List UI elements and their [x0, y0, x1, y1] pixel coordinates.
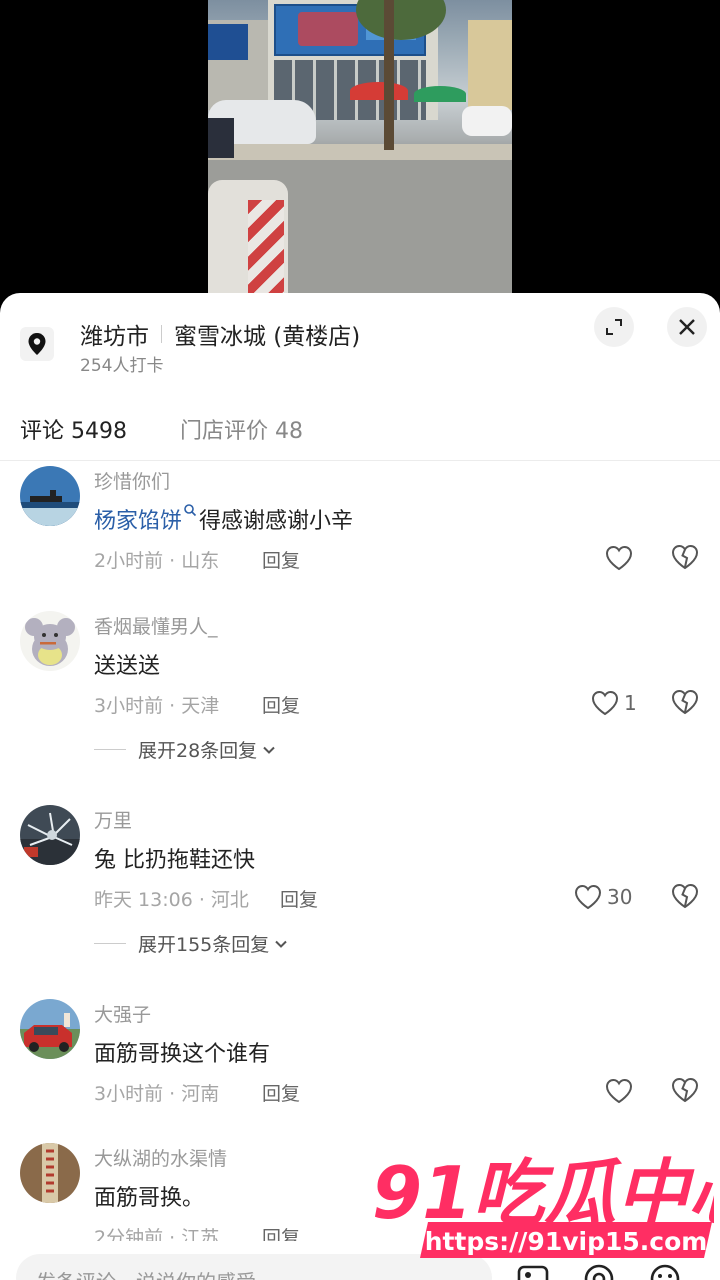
location-store: 蜜雪冰城 (黄楼店): [174, 324, 361, 350]
dislike-button[interactable]: [670, 542, 700, 572]
comment-text: 送送送: [94, 654, 161, 679]
heart-icon: [574, 884, 602, 910]
video-player[interactable]: [0, 0, 720, 300]
close-icon: [679, 319, 695, 335]
tree-trunk: [384, 0, 394, 150]
expand-button[interactable]: [594, 307, 634, 347]
reply-button[interactable]: 回复: [280, 885, 318, 912]
broken-heart-icon: [671, 883, 699, 909]
comment-item: 珍惜你们 杨家馅饼 得感谢感谢小辛 2小时前 · 山东 回复: [0, 461, 720, 591]
search-icon: [184, 504, 197, 517]
expand-replies-button[interactable]: 展开28条回复: [94, 736, 277, 763]
comment-meta: 3小时前 · 天津: [94, 695, 220, 717]
expand-icon: [606, 319, 622, 335]
like-button[interactable]: 1: [590, 686, 637, 720]
heart-icon: [605, 1078, 633, 1104]
building: [468, 20, 512, 110]
comment-list: 珍惜你们 杨家馅饼 得感谢感谢小辛 2小时前 · 山东 回复 香烟最懂男人_ 送…: [0, 461, 720, 1241]
comment-text: 面筋哥换这个谁有: [94, 1042, 271, 1067]
car: [462, 106, 512, 136]
chevron-down-icon: [263, 746, 275, 754]
comment-text: 杨家馅饼 得感谢感谢小辛: [94, 503, 353, 535]
tab-comments[interactable]: 评论 5498: [20, 413, 127, 445]
chevron-down-icon: [275, 940, 287, 948]
watermark-logo: 91吃瓜中心 https://91vip15.com: [371, 1150, 714, 1258]
like-count: 30: [607, 885, 633, 909]
comment-meta: 3小时前 · 河南: [94, 1083, 220, 1105]
comment-text: 兔 比扔拖鞋还快: [94, 848, 255, 873]
like-button[interactable]: [604, 541, 638, 575]
comment-username[interactable]: 大纵湖的水渠情: [94, 1144, 227, 1171]
broken-heart-icon: [671, 689, 699, 715]
comment-username[interactable]: 大强子: [94, 1000, 151, 1027]
comment-item: 大强子 面筋哥换这个谁有 3小时前 · 河南 回复: [0, 994, 720, 1134]
avatar[interactable]: [20, 466, 80, 526]
avatar[interactable]: [20, 805, 80, 865]
comment-item: 万里 兔 比扔拖鞋还快 昨天 13:06 · 河北 回复 30 展开155条回复: [0, 800, 720, 980]
tab-store-reviews[interactable]: 门店评价 48: [180, 413, 303, 445]
heart-icon: [591, 690, 619, 716]
drink-cup: [208, 180, 288, 300]
expand-replies-button[interactable]: 展开155条回复: [94, 930, 289, 957]
comment-item: 香烟最懂男人_ 送送送 3小时前 · 天津 回复 1 展开28条回复: [0, 606, 720, 786]
comment-username[interactable]: 珍惜你们: [94, 467, 170, 494]
reply-button[interactable]: 回复: [262, 546, 300, 573]
avatar[interactable]: [20, 999, 80, 1059]
car: [208, 118, 234, 158]
watermark-url: https://91vip15.com: [425, 1227, 708, 1256]
checkin-count: 254人打卡: [80, 356, 164, 376]
heart-icon: [605, 545, 633, 571]
comment-username[interactable]: 万里: [94, 806, 132, 833]
expand-replies-label: 展开155条回复: [138, 934, 270, 956]
umbrella: [350, 82, 408, 100]
broken-heart-icon: [671, 544, 699, 570]
avatar[interactable]: [20, 1143, 80, 1203]
divider: [94, 749, 126, 750]
dislike-button[interactable]: [670, 687, 700, 717]
close-button[interactable]: [667, 307, 707, 347]
comment-meta: 2小时前 · 山东: [94, 550, 220, 572]
reply-button[interactable]: 回复: [262, 1223, 300, 1241]
location-header[interactable]: 潍坊市 蜜雪冰城 (黄楼店) 254人打卡: [0, 293, 720, 393]
tab-bar: 评论 5498 门店评价 48: [0, 393, 720, 461]
comment-body: 得感谢感谢小辛: [199, 509, 354, 534]
broken-heart-icon: [671, 1077, 699, 1103]
video-frame: [208, 0, 512, 300]
comment-meta: 2分钟前 · 江苏: [94, 1227, 220, 1241]
title-divider: [161, 325, 162, 343]
reply-button[interactable]: 回复: [262, 691, 300, 718]
location-city: 潍坊市: [80, 324, 149, 350]
mention-link[interactable]: 杨家馅饼: [94, 509, 182, 534]
expand-replies-label: 展开28条回复: [138, 740, 258, 762]
divider: [94, 943, 126, 944]
umbrella: [414, 86, 466, 102]
location-pin-icon: [20, 327, 54, 361]
like-button[interactable]: 30: [573, 880, 632, 914]
reply-button[interactable]: 回复: [262, 1079, 300, 1106]
shop-sign: [208, 24, 248, 60]
dislike-button[interactable]: [670, 1075, 700, 1105]
dislike-button[interactable]: [670, 881, 700, 911]
comment-text: 面筋哥换。: [94, 1186, 205, 1211]
avatar[interactable]: [20, 611, 80, 671]
like-count: 1: [624, 691, 637, 715]
location-title: 潍坊市 蜜雪冰城 (黄楼店): [80, 317, 360, 351]
like-button[interactable]: [604, 1074, 638, 1108]
comment-username[interactable]: 香烟最懂男人_: [94, 612, 218, 639]
comment-meta: 昨天 13:06 · 河北: [94, 889, 249, 911]
